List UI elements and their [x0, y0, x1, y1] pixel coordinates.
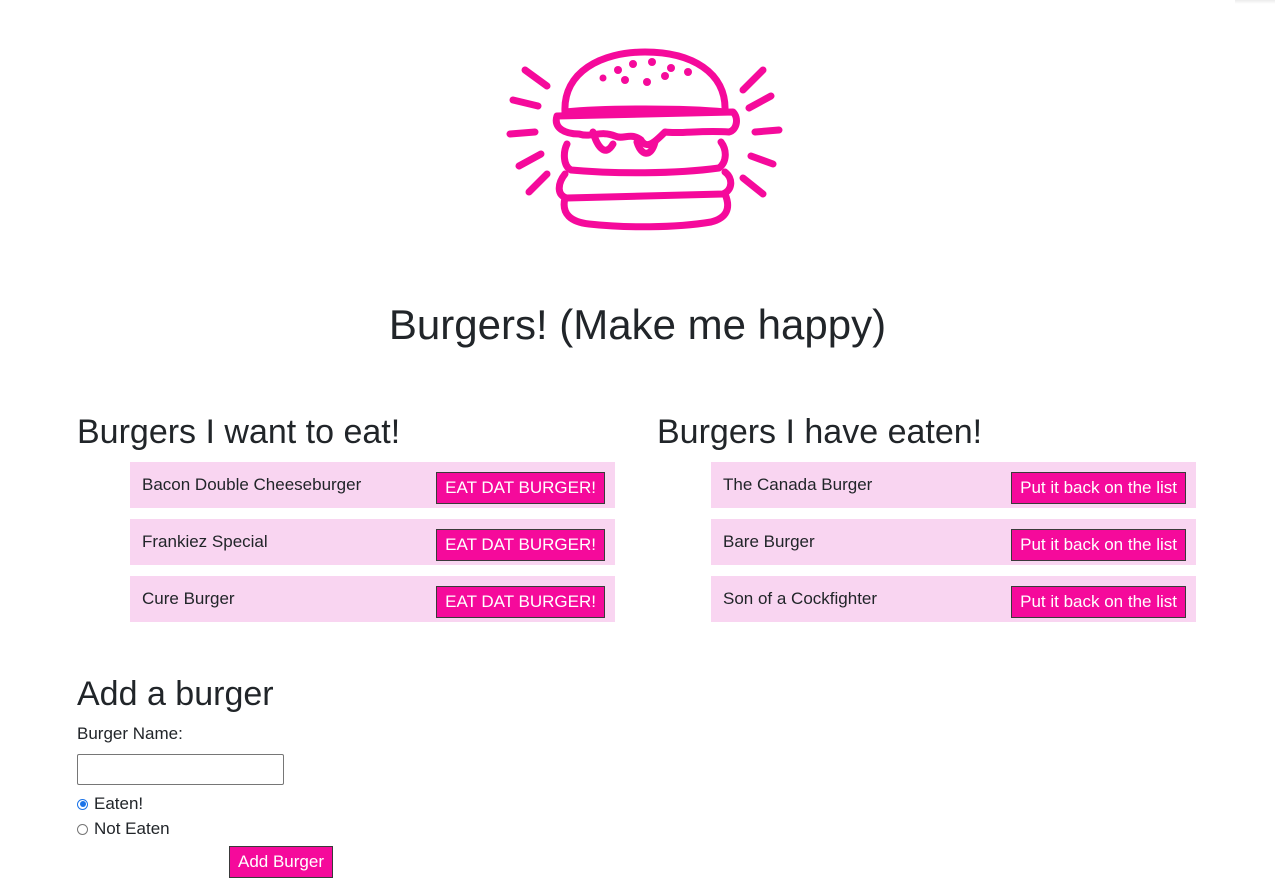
eat-burger-button[interactable]: EAT DAT BURGER! — [436, 472, 605, 504]
put-back-button[interactable]: Put it back on the list — [1011, 529, 1186, 561]
radio-not-eaten-option[interactable]: Not Eaten — [77, 819, 170, 839]
radio-eaten-option[interactable]: Eaten! — [77, 794, 143, 814]
list-item: The Canada Burger Put it back on the lis… — [711, 462, 1196, 508]
want-to-eat-list: Bacon Double Cheeseburger EAT DAT BURGER… — [130, 462, 615, 633]
want-to-eat-heading: Burgers I want to eat! — [77, 413, 401, 451]
radio-not-eaten[interactable] — [77, 823, 88, 835]
add-burger-button[interactable]: Add Burger — [229, 846, 333, 878]
burger-name: Cure Burger — [142, 589, 235, 608]
burger-name-label: Burger Name: — [77, 724, 183, 743]
eaten-heading: Burgers I have eaten! — [657, 413, 983, 451]
put-back-button[interactable]: Put it back on the list — [1011, 586, 1186, 618]
eat-burger-button[interactable]: EAT DAT BURGER! — [436, 586, 605, 618]
burger-name: Bare Burger — [723, 532, 815, 551]
burger-name: Frankiez Special — [142, 532, 268, 551]
list-item: Cure Burger EAT DAT BURGER! — [130, 576, 615, 622]
window-corner-shadow — [1235, 0, 1275, 4]
page: Burgers! (Make me happy) Burgers I want … — [0, 0, 1275, 893]
radio-not-eaten-label: Not Eaten — [94, 819, 170, 838]
eaten-list: The Canada Burger Put it back on the lis… — [711, 462, 1196, 633]
page-title: Burgers! (Make me happy) — [388, 301, 887, 348]
eat-burger-button[interactable]: EAT DAT BURGER! — [436, 529, 605, 561]
burger-name-input[interactable] — [77, 754, 284, 785]
burger-logo-icon — [506, 48, 783, 231]
burger-name: Bacon Double Cheeseburger — [142, 475, 362, 494]
list-item: Son of a Cockfighter Put it back on the … — [711, 576, 1196, 622]
radio-eaten-label: Eaten! — [94, 794, 144, 813]
list-item: Bare Burger Put it back on the list — [711, 519, 1196, 565]
burger-name: Son of a Cockfighter — [723, 589, 878, 608]
put-back-button[interactable]: Put it back on the list — [1011, 472, 1186, 504]
radio-eaten[interactable] — [77, 798, 88, 810]
list-item: Bacon Double Cheeseburger EAT DAT BURGER… — [130, 462, 615, 508]
list-item: Frankiez Special EAT DAT BURGER! — [130, 519, 615, 565]
add-burger-heading: Add a burger — [77, 675, 274, 713]
burger-name: The Canada Burger — [723, 475, 873, 494]
